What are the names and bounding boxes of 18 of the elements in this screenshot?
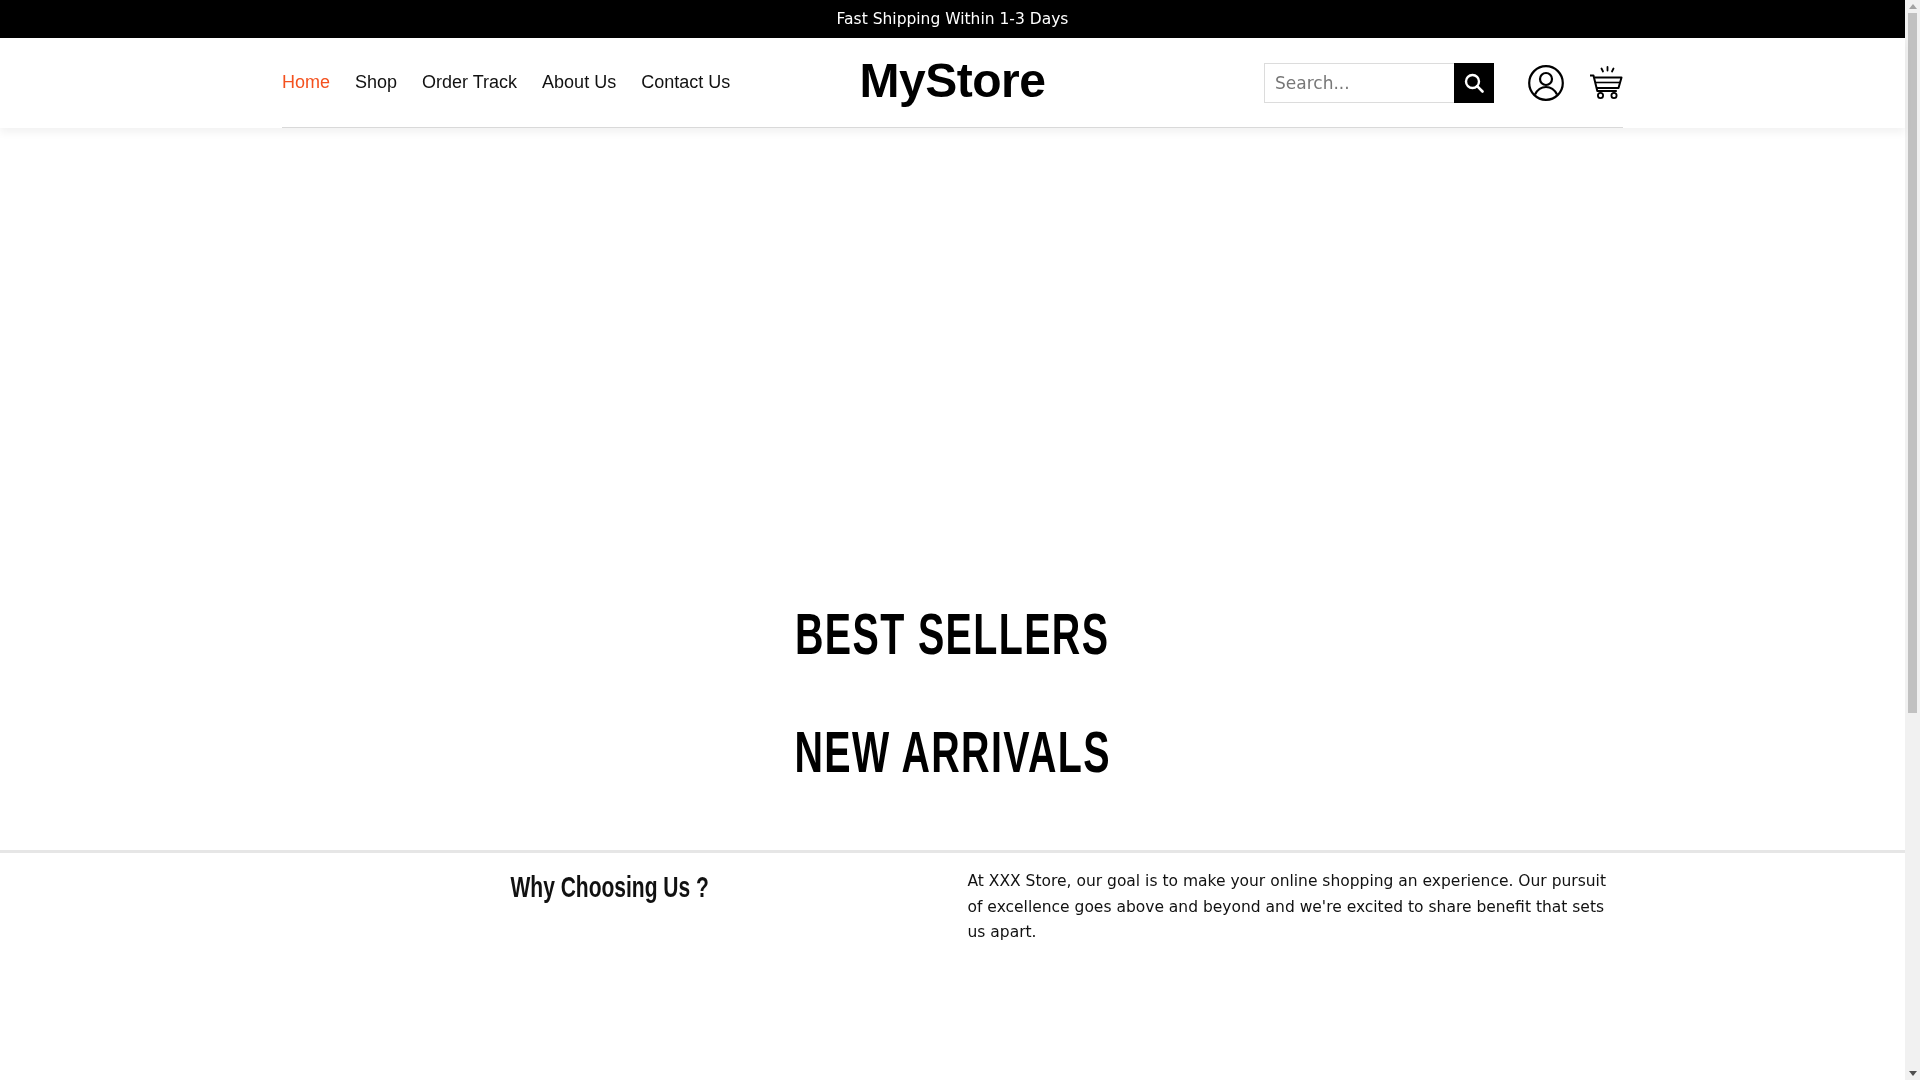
cart-icon[interactable]	[1589, 65, 1623, 100]
nav-link[interactable]: Contact Us	[641, 72, 731, 93]
nav-link[interactable]: About Us	[542, 72, 617, 93]
search-icon	[1464, 72, 1484, 93]
scroll-down-arrow-icon[interactable]	[1908, 1071, 1917, 1076]
why-choose-heading: Why Choosing Us ?	[510, 869, 709, 905]
scrollbar[interactable]	[1905, 0, 1920, 1080]
store-logo[interactable]: MyStore	[859, 56, 1046, 109]
section-heading: BEST SELLERS	[795, 600, 1110, 668]
nav-link[interactable]: Shop	[355, 72, 398, 93]
scrollbar-thumb[interactable]	[1908, 13, 1917, 713]
search-button[interactable]	[1454, 62, 1494, 103]
nav-link[interactable]: Order Track	[422, 72, 518, 93]
why-choose-text: At XXX Store, our goal is to make your online shopping an experience. Our pursuit of excellence goes above and beyond and we're excited to share benefit that sets us apart.	[967, 871, 1607, 943]
section-heading: NEW ARRIVALS	[794, 718, 1111, 786]
search-field[interactable]: Search...	[1264, 62, 1454, 103]
user-icon[interactable]	[1528, 64, 1564, 101]
announcement-text: Fast Shipping Within 1-3 Days	[836, 10, 1069, 28]
